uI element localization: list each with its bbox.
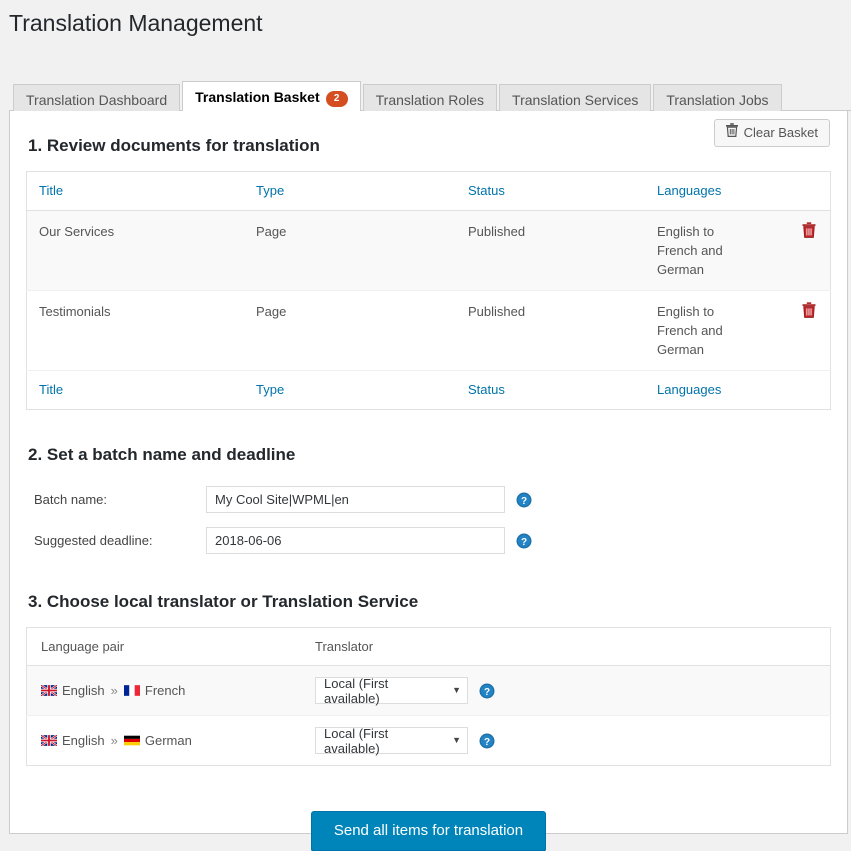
column-header-languages[interactable]: Languages: [645, 171, 764, 210]
deadline-row: Suggested deadline: ?: [26, 520, 831, 561]
section-3-title: 3. Choose local translator or Translatio…: [26, 591, 831, 613]
column-footer-languages[interactable]: Languages: [645, 370, 764, 409]
table-row: Our Services Page Published English to F…: [27, 210, 831, 290]
translator-select-value: Local (First available): [324, 676, 447, 706]
clear-basket-label: Clear Basket: [744, 120, 818, 146]
help-icon[interactable]: ?: [479, 733, 495, 749]
tab-label: Translation Services: [512, 92, 638, 108]
source-language-label: English: [62, 733, 105, 748]
language-pair-cell: English » French: [27, 666, 302, 716]
deadline-label: Suggested deadline:: [26, 533, 206, 548]
document-type: Page: [244, 210, 456, 290]
document-type: Page: [244, 290, 456, 370]
batch-name-label: Batch name:: [26, 492, 206, 507]
language-pair: English » French: [41, 683, 291, 698]
batch-form: Batch name: ? Suggested deadline: ?: [26, 479, 831, 561]
documents-table-foot: Title Type Status Languages: [27, 370, 831, 409]
delete-document-icon[interactable]: [802, 222, 816, 243]
document-status: Published: [456, 290, 645, 370]
pair-arrow: »: [111, 683, 118, 698]
chevron-down-icon: ▼: [452, 686, 461, 695]
batch-name-row: Batch name: ?: [26, 479, 831, 520]
column-header-language-pair: Language pair: [27, 628, 302, 666]
chevron-down-icon: ▼: [452, 736, 461, 745]
pair-arrow: »: [111, 733, 118, 748]
translator-select-value: Local (First available): [324, 726, 447, 756]
translator-select[interactable]: Local (First available) ▼: [315, 727, 468, 754]
flag-germany-icon: [124, 735, 140, 746]
table-row: Testimonials Page Published English to F…: [27, 290, 831, 370]
table-footer-row: Title Type Status Languages: [27, 370, 831, 409]
document-title: Testimonials: [27, 290, 245, 370]
document-status: Published: [456, 210, 645, 290]
page-title: Translation Management: [0, 0, 851, 43]
deadline-input[interactable]: [206, 527, 505, 554]
translator-select-wrap: Local (First available) ▼ ?: [315, 677, 820, 704]
table-header-row: Title Type Status Languages: [27, 171, 831, 210]
documents-table-body: Our Services Page Published English to F…: [27, 210, 831, 370]
translators-table-body: English » French: [27, 666, 831, 766]
section-1-title: 1. Review documents for translation: [26, 123, 831, 157]
tab-label: Translation Roles: [376, 92, 484, 108]
column-header-title[interactable]: Title: [27, 171, 245, 210]
svg-text:?: ?: [521, 496, 527, 507]
batch-name-input[interactable]: [206, 486, 505, 513]
table-row: English » French: [27, 666, 831, 716]
documents-table-head: Title Type Status Languages: [27, 171, 831, 210]
document-languages: English to French and German: [645, 290, 764, 370]
tab-bar: Translation Dashboard Translation Basket…: [9, 80, 851, 111]
language-pair-cell: English » German: [27, 716, 302, 766]
translator-select-wrap: Local (First available) ▼ ?: [315, 727, 820, 754]
flag-uk-icon: [41, 735, 57, 746]
table-row: English » German: [27, 716, 831, 766]
documents-table: Title Type Status Languages Our Services…: [26, 171, 831, 410]
translator-cell: Local (First available) ▼ ?: [301, 716, 831, 766]
tab-label: Translation Basket: [195, 89, 320, 105]
translators-table-head: Language pair Translator: [27, 628, 831, 666]
column-header-status[interactable]: Status: [456, 171, 645, 210]
translation-basket-panel: Clear Basket 1. Review documents for tra…: [9, 111, 848, 834]
column-header-translator: Translator: [301, 628, 831, 666]
section-2-title: 2. Set a batch name and deadline: [26, 444, 831, 466]
column-header-actions: [764, 171, 831, 210]
translator-select[interactable]: Local (First available) ▼: [315, 677, 468, 704]
column-header-type[interactable]: Type: [244, 171, 456, 210]
trash-icon: [726, 120, 738, 146]
clear-basket-button[interactable]: Clear Basket: [714, 119, 830, 147]
table-header-row: Language pair Translator: [27, 628, 831, 666]
send-all-items-button[interactable]: Send all items for translation: [311, 811, 546, 851]
target-language-label: French: [145, 683, 185, 698]
column-footer-title[interactable]: Title: [27, 370, 245, 409]
svg-text:?: ?: [521, 537, 527, 548]
submit-container: Send all items for translation: [26, 811, 831, 851]
document-actions: [764, 290, 831, 370]
column-footer-actions: [764, 370, 831, 409]
language-pair: English » German: [41, 733, 291, 748]
help-icon[interactable]: ?: [516, 492, 532, 508]
translator-cell: Local (First available) ▼ ?: [301, 666, 831, 716]
delete-document-icon[interactable]: [802, 302, 816, 323]
tab-label: Translation Dashboard: [26, 92, 167, 108]
svg-text:?: ?: [484, 737, 490, 748]
document-title: Our Services: [27, 210, 245, 290]
translators-table: Language pair Translator: [26, 627, 831, 766]
basket-count-badge: 2: [326, 91, 348, 107]
svg-text:?: ?: [484, 687, 490, 698]
flag-france-icon: [124, 685, 140, 696]
help-icon[interactable]: ?: [479, 683, 495, 699]
source-language-label: English: [62, 683, 105, 698]
flag-uk-icon: [41, 685, 57, 696]
help-icon[interactable]: ?: [516, 533, 532, 549]
clear-basket-container: Clear Basket: [714, 119, 830, 147]
column-footer-type[interactable]: Type: [244, 370, 456, 409]
tab-label: Translation Jobs: [666, 92, 768, 108]
column-footer-status[interactable]: Status: [456, 370, 645, 409]
document-languages: English to French and German: [645, 210, 764, 290]
document-actions: [764, 210, 831, 290]
target-language-label: German: [145, 733, 192, 748]
